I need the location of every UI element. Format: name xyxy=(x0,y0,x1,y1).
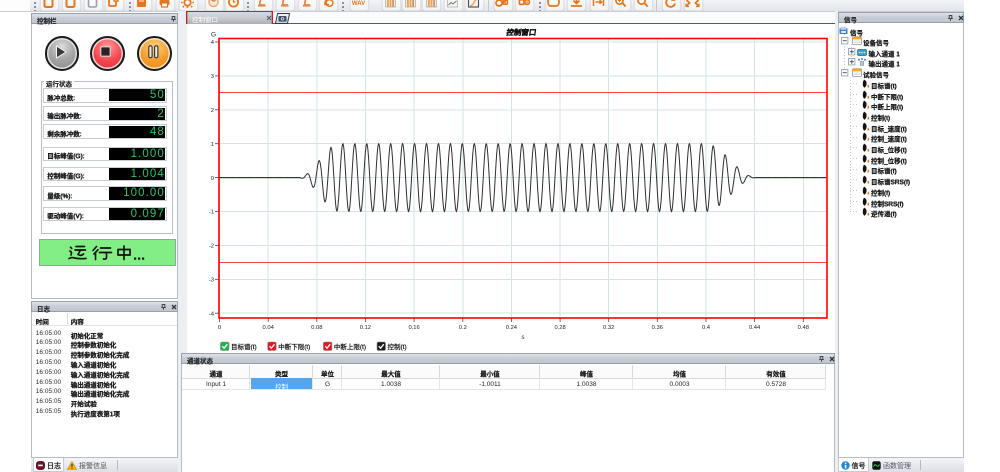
svg-text:s: s xyxy=(522,335,525,341)
svg-text:0.12: 0.12 xyxy=(360,325,371,331)
svg-text:0.2: 0.2 xyxy=(459,325,467,331)
svg-text:-4: -4 xyxy=(209,311,215,317)
svg-text:WAV: WAV xyxy=(352,1,365,7)
svg-text:0.16: 0.16 xyxy=(408,325,419,331)
svg-text:0.28: 0.28 xyxy=(554,325,565,331)
svg-text:0.36: 0.36 xyxy=(652,325,663,331)
svg-text:0: 0 xyxy=(218,325,221,331)
svg-text:控制窗口: 控制窗口 xyxy=(506,27,537,37)
svg-text:0.4: 0.4 xyxy=(702,325,711,331)
svg-text:-2: -2 xyxy=(209,244,214,250)
svg-text:3: 3 xyxy=(211,74,214,80)
svg-text:0.48: 0.48 xyxy=(798,325,809,331)
svg-text:0.04: 0.04 xyxy=(263,325,275,331)
svg-text:中断上限(t): 中断上限(t) xyxy=(334,342,366,351)
svg-text:0.32: 0.32 xyxy=(603,325,614,331)
svg-text:1: 1 xyxy=(211,142,214,148)
svg-text:中断下限(t): 中断下限(t) xyxy=(278,342,310,351)
svg-text:-3: -3 xyxy=(209,278,214,284)
svg-text:0.44: 0.44 xyxy=(749,325,761,331)
svg-text:2: 2 xyxy=(211,108,214,114)
svg-text:-1: -1 xyxy=(209,210,214,216)
svg-text:0.24: 0.24 xyxy=(506,325,518,331)
svg-text:0: 0 xyxy=(211,176,214,182)
svg-text:0.08: 0.08 xyxy=(311,325,322,331)
svg-text:G: G xyxy=(211,32,216,39)
svg-text:控制(t): 控制(t) xyxy=(388,342,407,351)
svg-text:目标谱(t): 目标谱(t) xyxy=(231,342,257,351)
